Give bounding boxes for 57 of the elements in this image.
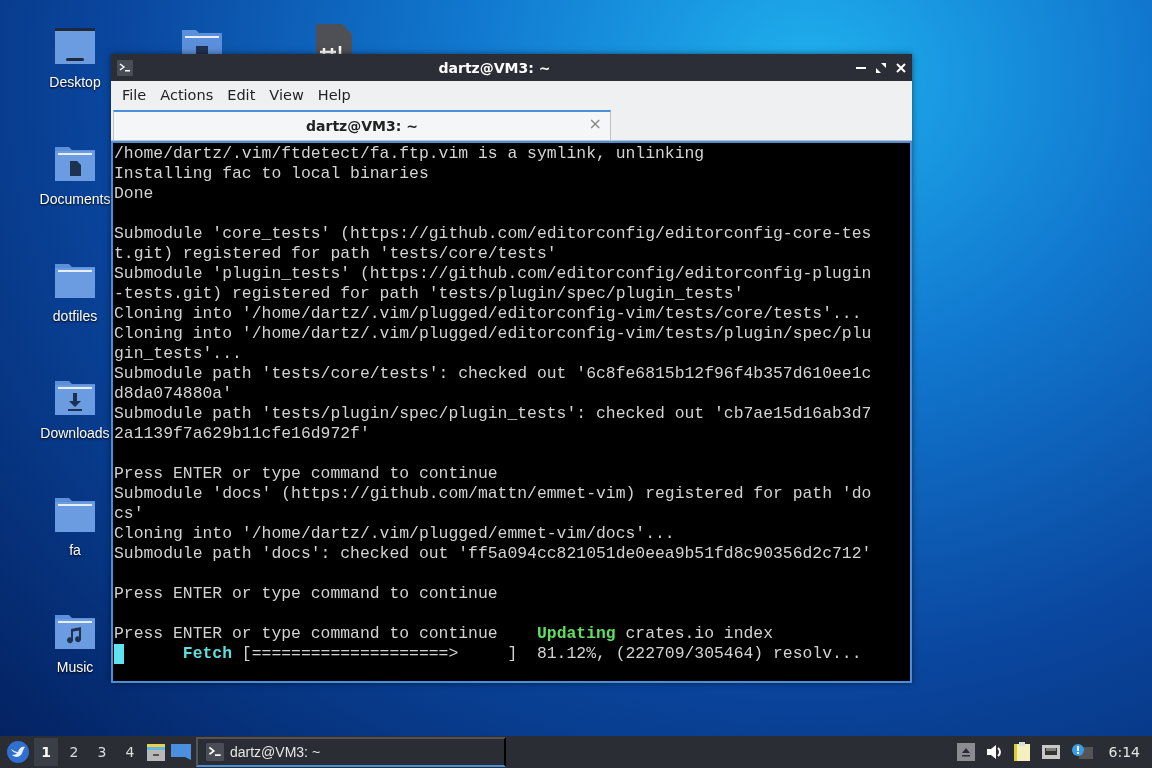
terminal-text: Press ENTER or type command to continue xyxy=(114,584,498,604)
workspace-button[interactable]: 4 xyxy=(118,738,142,766)
terminal-text: /home/dartz/.vim/ftdetect/fa.ftp.vim is a symlink, unlinking xyxy=(114,144,705,164)
terminal-text: -tests.git) registered for path 'tests/plugin/spec/plugin_tests' xyxy=(114,284,744,304)
desktop-icon-label[interactable]: Music xyxy=(56,659,94,675)
terminal-text: cs' xyxy=(114,504,144,524)
taskbar-window-button[interactable]: dartz@VM3: ~ xyxy=(196,737,506,767)
maximize-icon[interactable] xyxy=(876,62,886,73)
terminal-text: Submodule path 'docs': checked out 'ff5a094cc821051de0eea9b51fd8c90356d2c712' xyxy=(114,544,872,564)
network-icon[interactable] xyxy=(1040,743,1061,761)
window-title: dartz@VM3: ~ xyxy=(437,59,552,76)
menu-item[interactable]: Help xyxy=(310,83,358,107)
clipboard-icon[interactable] xyxy=(1012,742,1031,762)
terminal-text: Submodule 'docs' (https://github.com/mattn/emmet-vim) registered for path 'do xyxy=(114,484,872,504)
menu-item[interactable]: Actions xyxy=(153,83,221,107)
terminal-text: crates.io index xyxy=(624,624,774,644)
desktop-icon-label[interactable]: Documents xyxy=(39,191,111,207)
terminal-text: Cloning into '/home/dartz/.vim/plugged/emmet-vim/docs'... xyxy=(114,524,675,544)
terminal-cursor xyxy=(114,644,124,664)
terminal-text: Press ENTER or type command to continue xyxy=(114,464,498,484)
terminal-text: Updating xyxy=(536,624,616,644)
terminal-text: Cloning into '/home/dartz/.vim/plugged/editorconfig-vim/tests/core/tests'... xyxy=(114,304,862,324)
file-cabinet-icon[interactable] xyxy=(146,742,166,762)
desktop-icon-label[interactable]: Desktop xyxy=(49,74,101,90)
clock[interactable]: 6:14 xyxy=(1108,744,1140,760)
terminal-text: t.git) registered for path 'tests/core/tests' xyxy=(114,244,557,264)
app-menu-bird-icon[interactable] xyxy=(6,740,30,764)
desktop-icon-label[interactable]: dotfiles xyxy=(52,308,98,324)
menu-item[interactable]: View xyxy=(262,83,311,107)
terminal-text: Submodule path 'tests/plugin/spec/plugin_tests': checked out 'cb7ae15d16ab3d7 xyxy=(114,404,872,424)
terminal-tab[interactable]: dartz@VM3: ~ × xyxy=(113,110,611,140)
terminal-icon xyxy=(117,59,133,76)
terminal-text: Installing fac to local binaries xyxy=(114,164,429,184)
terminal-text: Press ENTER or type command to continue xyxy=(114,624,499,644)
eject-icon[interactable] xyxy=(956,743,975,761)
notification-icon[interactable] xyxy=(1070,743,1093,761)
terminal-text: Done xyxy=(114,184,154,204)
menu-item[interactable]: File xyxy=(115,83,154,107)
desktop-icon-label[interactable]: Downloads xyxy=(40,425,110,441)
workspace-button[interactable]: 2 xyxy=(62,738,86,766)
volume-icon[interactable] xyxy=(984,743,1003,761)
desktop-icon[interactable] xyxy=(170,743,192,761)
workspace-button[interactable]: 3 xyxy=(90,738,114,766)
terminal-text: Fetch xyxy=(182,644,233,664)
terminal-icon xyxy=(206,743,224,761)
close-icon[interactable] xyxy=(896,62,906,73)
terminal-text: [====================> ] 81.12%, (222709/305464) resolv... xyxy=(240,644,862,664)
menu-item[interactable]: Edit xyxy=(220,83,263,107)
terminal-text: Submodule path 'tests/core/tests': checked out '6c8fe6815b12f96f4b357d610ee1c xyxy=(114,364,872,384)
terminal-text: Cloning into '/home/dartz/.vim/plugged/editorconfig-vim/tests/plugin/spec/plu xyxy=(114,324,872,344)
terminal-text: Submodule 'core_tests' (https://github.com/editorconfig/editorconfig-core-tes xyxy=(114,224,872,244)
terminal-text: Submodule 'plugin_tests' (https://github.com/editorconfig/editorconfig-plugin xyxy=(114,264,872,284)
terminal-text: 2a1139f7a629b11cfe16d972f' xyxy=(114,424,370,444)
terminal-text: d8da074880a' xyxy=(114,384,233,404)
terminal-text: gin_tests'... xyxy=(114,344,242,364)
workspace-button[interactable]: 1 xyxy=(34,738,58,766)
desktop-icon-label[interactable]: fa xyxy=(69,542,81,558)
